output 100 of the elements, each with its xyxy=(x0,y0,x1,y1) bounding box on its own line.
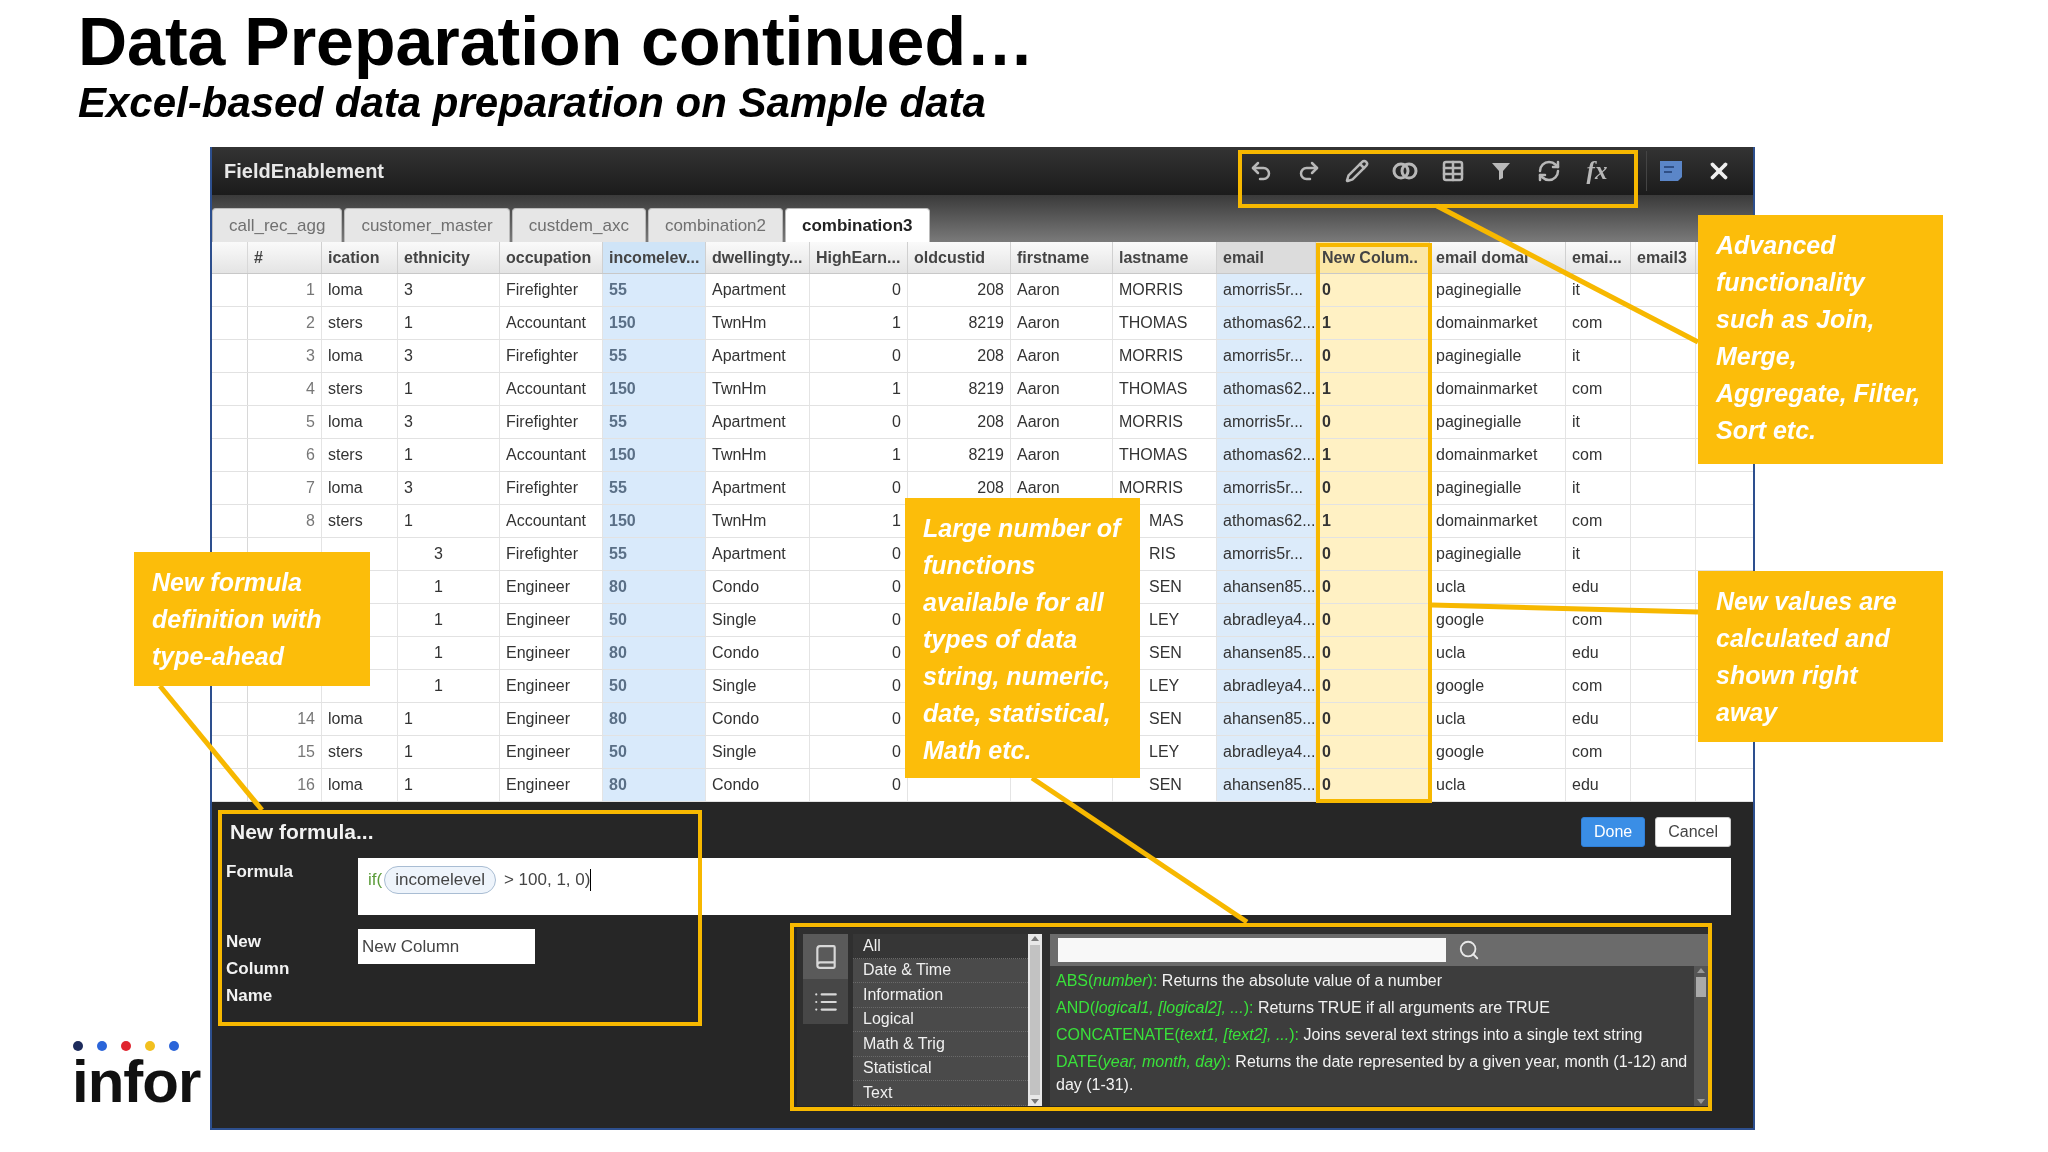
column-header[interactable]: ication xyxy=(322,242,398,273)
column-header[interactable]: # xyxy=(248,242,322,273)
table-cell: google xyxy=(1430,736,1566,768)
function-entry[interactable]: CONCATENATE(text1, [text2], ...): Joins several text strings into a single text string xyxy=(1056,1023,1688,1046)
table-cell: Single xyxy=(706,670,810,702)
table-cell: loma xyxy=(322,340,398,372)
callout: New formula definition with type-ahead xyxy=(134,552,370,686)
table-cell: 1 xyxy=(398,769,500,801)
table-cell: com xyxy=(1566,505,1631,537)
search-icon[interactable] xyxy=(1458,939,1480,961)
table-cell: paginegialle xyxy=(1430,538,1566,570)
table-cell: Condo xyxy=(706,703,810,735)
column-header[interactable]: incomelev... xyxy=(603,242,706,273)
table-cell: athomas62... xyxy=(1217,373,1316,405)
refresh-icon xyxy=(1537,159,1561,183)
function-entry[interactable]: DATE(year, month, day): Returns the date represented by a given year, month (1-12) and day (1-31). xyxy=(1056,1050,1688,1096)
table-cell: 3 xyxy=(398,406,500,438)
column-header[interactable]: firstname xyxy=(1011,242,1113,273)
pencil-icon xyxy=(1345,159,1369,183)
table-cell: sters xyxy=(322,736,398,768)
table-cell: domainmarket xyxy=(1430,439,1566,471)
table-cell: amorris5r... xyxy=(1217,538,1316,570)
formula-field[interactable]: if( incomelevel > 100, 1, 0) xyxy=(358,858,1731,915)
table-cell: com xyxy=(1566,670,1631,702)
scrollbar[interactable] xyxy=(1694,966,1708,1106)
table-cell: loma xyxy=(322,472,398,504)
table-cell: Condo xyxy=(706,637,810,669)
table-cell: 8219 xyxy=(908,373,1011,405)
table-cell: ahansen85... xyxy=(1217,769,1316,801)
table-cell: ahansen85... xyxy=(1217,637,1316,669)
sheet-tab[interactable]: call_rec_agg xyxy=(212,208,343,242)
table-cell: 8219 xyxy=(908,439,1011,471)
column-header[interactable]: oldcustid xyxy=(908,242,1011,273)
table-cell: TwnHm xyxy=(706,373,810,405)
table-cell: it xyxy=(1566,340,1631,372)
table-cell: 150 xyxy=(603,439,706,471)
table-cell: ahansen85... xyxy=(1217,571,1316,603)
table-cell: 6 xyxy=(248,439,322,471)
table-cell: 150 xyxy=(603,307,706,339)
table-cell: amorris5r... xyxy=(1217,274,1316,306)
table-cell: 3 xyxy=(398,340,500,372)
table-cell: 16 xyxy=(248,769,322,801)
column-header[interactable]: email3 xyxy=(1631,242,1696,273)
sheet-tab[interactable]: combination2 xyxy=(647,208,784,242)
table-cell: 80 xyxy=(603,703,706,735)
table-cell: 1 xyxy=(398,604,500,636)
table-cell: sters xyxy=(322,373,398,405)
table-cell: sters xyxy=(322,307,398,339)
sheet-tab[interactable]: combination3 xyxy=(785,208,930,242)
table-cell: 55 xyxy=(603,406,706,438)
function-search-field[interactable] xyxy=(1058,938,1446,962)
table-cell: Apartment xyxy=(706,538,810,570)
formula-button[interactable]: fx xyxy=(1573,151,1621,191)
table-cell: edu xyxy=(1566,769,1631,801)
table-cell: 80 xyxy=(603,769,706,801)
column-header[interactable]: HighEarn... xyxy=(810,242,908,273)
table-cell: edu xyxy=(1566,703,1631,735)
sheet-tab[interactable]: customer_master xyxy=(344,208,510,242)
table-cell: 208 xyxy=(908,274,1011,306)
table-cell: 80 xyxy=(603,637,706,669)
table-cell: 1 xyxy=(398,637,500,669)
category-item[interactable]: All xyxy=(853,934,1028,959)
column-header[interactable]: email domai xyxy=(1430,242,1566,273)
table-cell: com xyxy=(1566,736,1631,768)
table-cell: it xyxy=(1566,274,1631,306)
function-entry[interactable]: ABS(number): Returns the absolute value of a number xyxy=(1056,969,1688,992)
table-cell: Aaron xyxy=(1011,439,1113,471)
redo-icon xyxy=(1297,159,1321,183)
scrollbar[interactable] xyxy=(1028,934,1042,1106)
column-header[interactable]: ethnicity xyxy=(398,242,500,273)
table-cell: 55 xyxy=(603,538,706,570)
column-name-field[interactable]: New Column xyxy=(358,929,535,964)
table-cell: Aaron xyxy=(1011,340,1113,372)
table-cell: it xyxy=(1566,538,1631,570)
table-cell: amorris5r... xyxy=(1217,406,1316,438)
callout: Advanced functionality such as Join, Merge, Aggregate, Filter, Sort etc. xyxy=(1698,215,1943,464)
table-cell: Aaron xyxy=(1011,373,1113,405)
callout: Large number of functions available for all types of data string, numeric, date, statistical, Math etc. xyxy=(905,498,1140,778)
column-header[interactable]: dwellingty... xyxy=(706,242,810,273)
table-cell: 3 xyxy=(398,472,500,504)
list-view-button[interactable] xyxy=(803,979,848,1024)
table-cell: abradleya4... xyxy=(1217,604,1316,636)
table-cell: edu xyxy=(1566,637,1631,669)
table-cell: Condo xyxy=(706,571,810,603)
table-cell: ucla xyxy=(1430,637,1566,669)
table-cell: loma xyxy=(322,406,398,438)
table-cell: sters xyxy=(322,505,398,537)
column-header[interactable]: email xyxy=(1217,242,1316,273)
callout: New values are calculated and shown right away xyxy=(1698,571,1943,742)
book-view-button[interactable] xyxy=(803,934,848,979)
function-entry[interactable]: AND(logical1, [logical2], ...): Returns TRUE if all arguments are TRUE xyxy=(1056,996,1688,1019)
table-cell: 15 xyxy=(248,736,322,768)
cancel-button[interactable]: Cancel xyxy=(1655,817,1731,847)
table-cell: google xyxy=(1430,604,1566,636)
table-cell: abradleya4... xyxy=(1217,670,1316,702)
column-header[interactable]: emai... xyxy=(1566,242,1631,273)
table-cell: ucla xyxy=(1430,571,1566,603)
table-cell: 2 xyxy=(248,307,322,339)
table-cell: 55 xyxy=(603,340,706,372)
sheet-tab[interactable]: custdem_axc xyxy=(511,208,646,242)
